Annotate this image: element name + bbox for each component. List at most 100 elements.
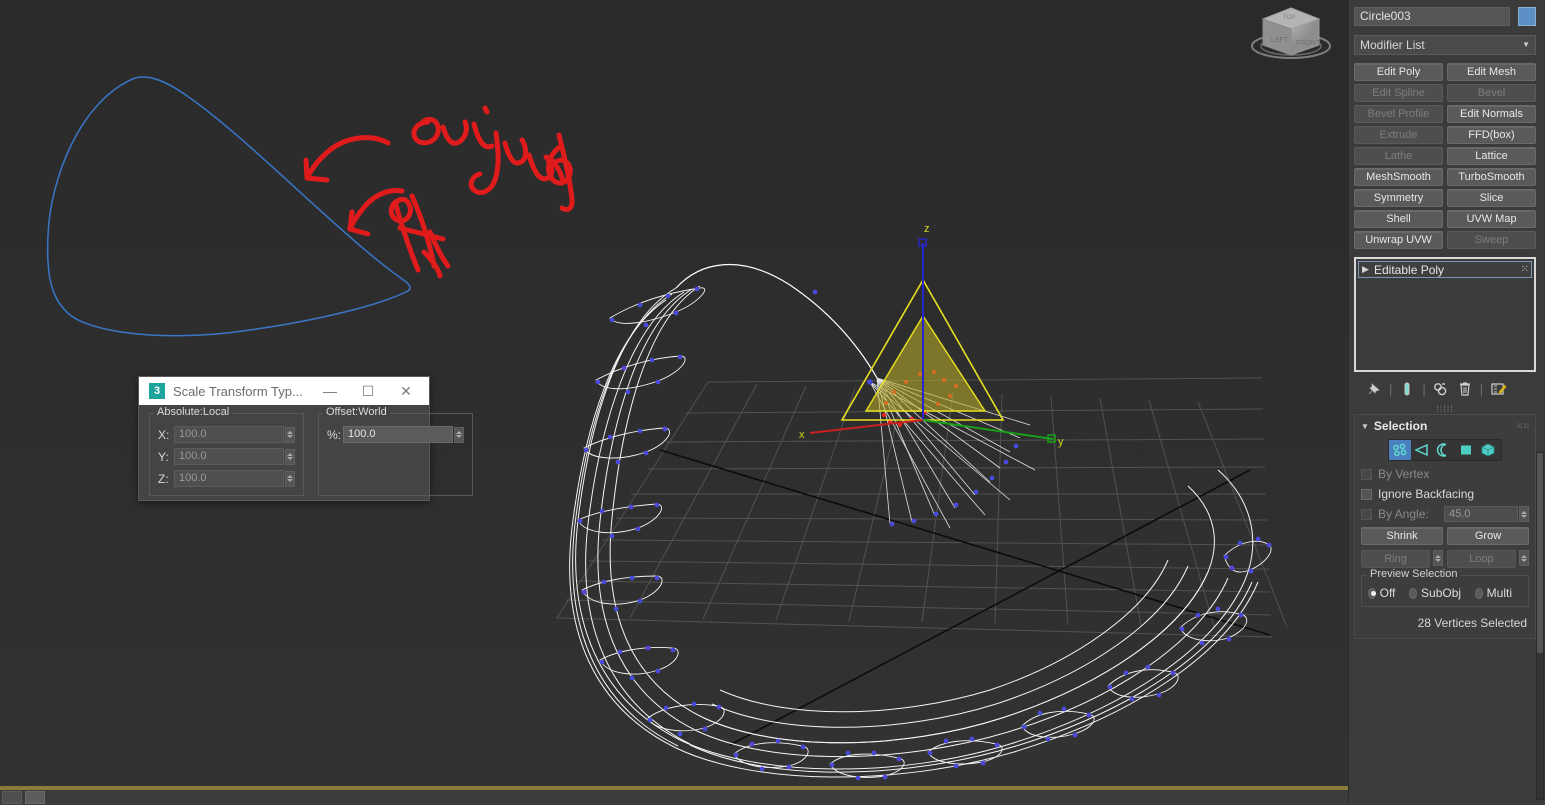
scale-transform-type-in-dialog[interactable]: 3 Scale Transform Typ... — ☐ ✕ Absolute:… [138, 376, 473, 501]
element-mode-icon[interactable] [1477, 440, 1499, 460]
modifier-button-bevel: Bevel [1447, 84, 1536, 102]
stack-item-label: Editable Poly [1374, 262, 1445, 277]
preview-selection-title: Preview Selection [1367, 568, 1461, 580]
modifier-list-dropdown[interactable]: Modifier List ▼ [1354, 35, 1536, 55]
by-angle-checkbox[interactable] [1361, 508, 1372, 520]
selection-rollout: ▼ Selection ⁙⁙ By Vertex Ignore Backfaci… [1354, 414, 1536, 639]
command-panel-scrollbar[interactable] [1536, 452, 1544, 800]
selection-title: Selection [1373, 419, 1428, 433]
svg-text:LEFT: LEFT [1271, 37, 1289, 44]
offset-world-group: Offset:World %: 100.0 [318, 406, 473, 496]
selection-rollout-header[interactable]: ▼ Selection ⁙⁙ [1361, 419, 1530, 433]
collapse-triangle-icon[interactable]: ▼ [1361, 422, 1369, 431]
status-button-2[interactable] [25, 791, 45, 804]
status-bar-strip [0, 790, 1348, 805]
modifier-stack[interactable]: ▶ Editable Poly ⁙ [1354, 257, 1536, 372]
absolute-local-group: Absolute:Local X: 100.0 Y: 100.0 Z: 100.… [149, 406, 304, 496]
expand-triangle-icon[interactable]: ▶ [1362, 264, 1374, 275]
preview-subobj-radio[interactable] [1409, 587, 1418, 599]
object-name-input[interactable]: Circle003 [1354, 7, 1510, 26]
shrink-grow-row: Shrink Grow [1361, 527, 1529, 545]
modifier-button-symmetry[interactable]: Symmetry [1354, 189, 1443, 207]
vertex-mode-icon[interactable] [1389, 440, 1411, 460]
by-vertex-checkbox[interactable] [1361, 468, 1372, 480]
modifier-button-edit-spline: Edit Spline [1354, 84, 1443, 102]
dialog-title-bar[interactable]: 3 Scale Transform Typ... — ☐ ✕ [139, 377, 429, 405]
dialog-title: Scale Transform Typ... [173, 383, 303, 399]
edge-mode-icon[interactable] [1411, 440, 1433, 460]
absolute-y-label: Y: [158, 449, 169, 464]
preview-multi-label: Multi [1486, 586, 1512, 600]
preview-subobj-label: SubObj [1421, 586, 1462, 600]
panel-drag-grip[interactable]: ⁞⁞⁞⁞⁞ [1354, 404, 1536, 414]
loop-spinner[interactable] [1519, 550, 1529, 566]
command-panel: Circle003 Modifier List ▼ Edit Poly Edit … [1348, 0, 1545, 805]
preview-multi-radio[interactable] [1475, 587, 1483, 599]
rollout-grip-icon: ⁙⁙ [1515, 420, 1530, 431]
maximize-button[interactable]: ☐ [349, 378, 387, 404]
absolute-y-input[interactable]: 100.0 [174, 448, 284, 465]
modifier-button-extrude: Extrude [1354, 126, 1443, 144]
loop-button[interactable]: Loop [1447, 550, 1516, 568]
selection-status: 28 Vertices Selected [1417, 616, 1527, 630]
offset-percent-label: %: [327, 427, 342, 442]
status-button-1[interactable] [2, 791, 22, 804]
border-mode-icon[interactable] [1433, 440, 1455, 460]
stack-item-editable-poly[interactable]: ▶ Editable Poly ⁙ [1358, 261, 1532, 278]
modifier-button-edit-normals[interactable]: Edit Normals [1447, 105, 1536, 123]
object-color-swatch[interactable] [1518, 7, 1536, 26]
app-badge-icon: 3 [149, 383, 165, 399]
pin-stack-icon[interactable] [1362, 379, 1386, 399]
modifier-button-unwrap-uvw[interactable]: Unwrap UVW [1354, 231, 1443, 249]
absolute-y-spinner[interactable] [285, 448, 295, 465]
by-angle-input[interactable]: 45.0 [1444, 506, 1518, 522]
offset-percent-input[interactable]: 100.0 [343, 426, 453, 443]
show-end-result-icon[interactable] [1395, 379, 1419, 399]
modifier-button-turbosmooth[interactable]: TurboSmooth [1447, 168, 1536, 186]
modifier-button-shell[interactable]: Shell [1354, 210, 1443, 228]
absolute-z-spinner[interactable] [285, 470, 295, 487]
preview-off-label: Off [1379, 586, 1396, 600]
offset-percent-row[interactable]: %: 100.0 [327, 426, 464, 443]
absolute-x-row[interactable]: X: 100.0 [158, 426, 295, 443]
ignore-backfacing-row[interactable]: Ignore Backfacing [1361, 487, 1529, 501]
modifier-button-edit-mesh[interactable]: Edit Mesh [1447, 63, 1536, 81]
modifier-button-edit-poly[interactable]: Edit Poly [1354, 63, 1443, 81]
shrink-button[interactable]: Shrink [1361, 527, 1443, 545]
svg-text:FRONT: FRONT [1296, 40, 1321, 47]
absolute-local-title: Absolute:Local [154, 406, 233, 418]
polygon-mode-icon[interactable] [1455, 440, 1477, 460]
chevron-down-icon: ▼ [1522, 40, 1530, 49]
make-unique-icon[interactable] [1429, 379, 1453, 399]
modifier-button-lattice[interactable]: Lattice [1447, 147, 1536, 165]
absolute-y-row[interactable]: Y: 100.0 [158, 448, 295, 465]
configure-sets-icon[interactable] [1486, 379, 1510, 399]
modifier-button-slice[interactable]: Slice [1447, 189, 1536, 207]
by-angle-row[interactable]: By Angle: 45.0 [1361, 506, 1529, 522]
modifier-button-bevel-profile: Bevel Profile [1354, 105, 1443, 123]
absolute-x-spinner[interactable] [285, 426, 295, 443]
by-vertex-row[interactable]: By Vertex [1361, 467, 1529, 481]
offset-percent-spinner[interactable] [454, 426, 464, 443]
modifier-button-ffd-box[interactable]: FFD(box) [1447, 126, 1536, 144]
ignore-backfacing-checkbox[interactable] [1361, 488, 1372, 500]
ring-spinner[interactable] [1433, 550, 1443, 566]
view-cube[interactable]: LEFT FRONT TOP [1250, 3, 1332, 59]
close-button[interactable]: ✕ [387, 378, 425, 404]
scrollbar-thumb[interactable] [1537, 453, 1543, 653]
minimize-button[interactable]: — [311, 378, 349, 404]
absolute-z-row[interactable]: Z: 100.0 [158, 470, 295, 487]
absolute-z-label: Z: [158, 471, 169, 486]
absolute-z-input[interactable]: 100.0 [174, 470, 284, 487]
preview-off-radio[interactable] [1368, 587, 1376, 599]
grow-button[interactable]: Grow [1447, 527, 1529, 545]
sub-object-mode-bar [1388, 439, 1502, 461]
modifier-button-meshsmooth[interactable]: MeshSmooth [1354, 168, 1443, 186]
remove-modifier-icon[interactable] [1453, 379, 1477, 399]
modifier-button-lathe: Lathe [1354, 147, 1443, 165]
divider: | [1389, 381, 1393, 397]
by-angle-spinner[interactable] [1519, 506, 1529, 522]
ring-button[interactable]: Ring [1361, 550, 1430, 568]
modifier-button-uvw-map[interactable]: UVW Map [1447, 210, 1536, 228]
absolute-x-input[interactable]: 100.0 [174, 426, 284, 443]
